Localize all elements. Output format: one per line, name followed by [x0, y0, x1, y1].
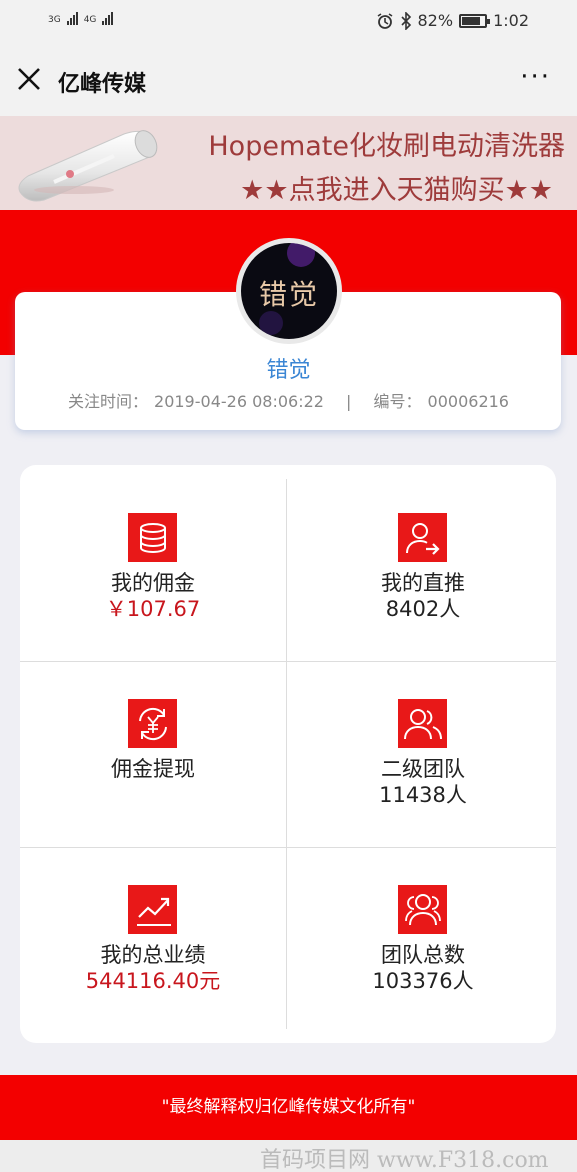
member-id-value: 00006216 — [427, 392, 509, 411]
page-title: 亿峰传媒 — [58, 72, 147, 97]
two-users-icon — [398, 699, 447, 748]
total-performance-value: 544116.40元 — [85, 969, 221, 993]
trend-chart-icon — [128, 885, 177, 934]
ad-banner[interactable]: Hopemate化妆刷电动清洗器 ★★点我进入天猫购买★★ — [0, 116, 577, 210]
withdraw-cell[interactable]: 佣金提现 — [20, 663, 286, 848]
banner-cta: ★★点我进入天猫购买★★ — [240, 175, 553, 206]
nav-bar: 亿峰传媒 ··· — [0, 44, 577, 116]
network-label-1: 3G — [48, 15, 61, 25]
commission-cell[interactable]: 我的佣金 ￥107.67 — [20, 477, 286, 662]
second-level-team-cell[interactable]: 二级团队 11438人 — [290, 663, 556, 848]
withdraw-label: 佣金提现 — [111, 757, 195, 781]
yuan-refresh-icon — [128, 699, 177, 748]
commission-value: ￥107.67 — [105, 597, 201, 621]
follow-time-label: 关注时间： — [68, 392, 149, 411]
battery-percent: 82% — [417, 11, 454, 30]
network-label-2: 4G — [83, 15, 97, 25]
bluetooth-icon — [400, 11, 411, 30]
user-arrow-icon — [398, 513, 447, 562]
signal-icon — [66, 12, 78, 25]
footer-notice: "最终解释权归亿峰传媒文化所有" — [0, 1075, 577, 1140]
avatar-text: 错觉 — [258, 278, 319, 311]
product-image — [18, 130, 158, 202]
follow-time-value: 2019-04-26 08:06:22 — [154, 392, 324, 411]
status-bar: 3G 4G 82% 1:02 — [0, 0, 577, 44]
member-id-label: 编号： — [373, 392, 422, 411]
total-performance-cell[interactable]: 我的总业绩 544116.40元 — [20, 849, 286, 1034]
user-meta: 关注时间： 2019-04-26 08:06:22 | 编号： 00006216 — [0, 388, 577, 412]
battery-icon — [459, 13, 491, 28]
more-menu-icon[interactable]: ··· — [520, 62, 551, 92]
watermark-bar: 首码项目网 www.F318.com — [0, 1140, 577, 1172]
second-level-team-value: 11438人 — [379, 783, 467, 807]
team-total-cell[interactable]: 团队总数 103376人 — [290, 849, 556, 1034]
watermark-text: 首码项目网 www.F318.com — [260, 1148, 549, 1172]
battery-fill — [462, 16, 481, 25]
avatar: 错觉 — [236, 238, 342, 344]
signal-indicators: 3G 4G — [48, 12, 114, 25]
alarm-icon — [377, 12, 392, 29]
user-name: 错觉 — [266, 358, 311, 383]
clock: 1:02 — [493, 11, 529, 30]
close-icon[interactable] — [14, 64, 44, 94]
signal-icon-2 — [102, 12, 114, 25]
grid-divider-vertical — [286, 479, 287, 1029]
direct-referrals-cell[interactable]: 我的直推 8402人 — [290, 477, 556, 662]
banner-title: Hopemate化妆刷电动清洗器 — [208, 131, 565, 162]
feature-grid: 我的佣金 ￥107.67 我的直推 8402人 佣金提现 二级团队 11438人… — [20, 465, 556, 1043]
team-total-value: 103376人 — [372, 969, 474, 993]
meta-separator: | — [346, 392, 352, 411]
coins-icon — [128, 513, 177, 562]
direct-referrals-value: 8402人 — [385, 597, 461, 621]
group-icon — [398, 885, 447, 934]
status-right: 82% 1:02 — [376, 11, 529, 30]
